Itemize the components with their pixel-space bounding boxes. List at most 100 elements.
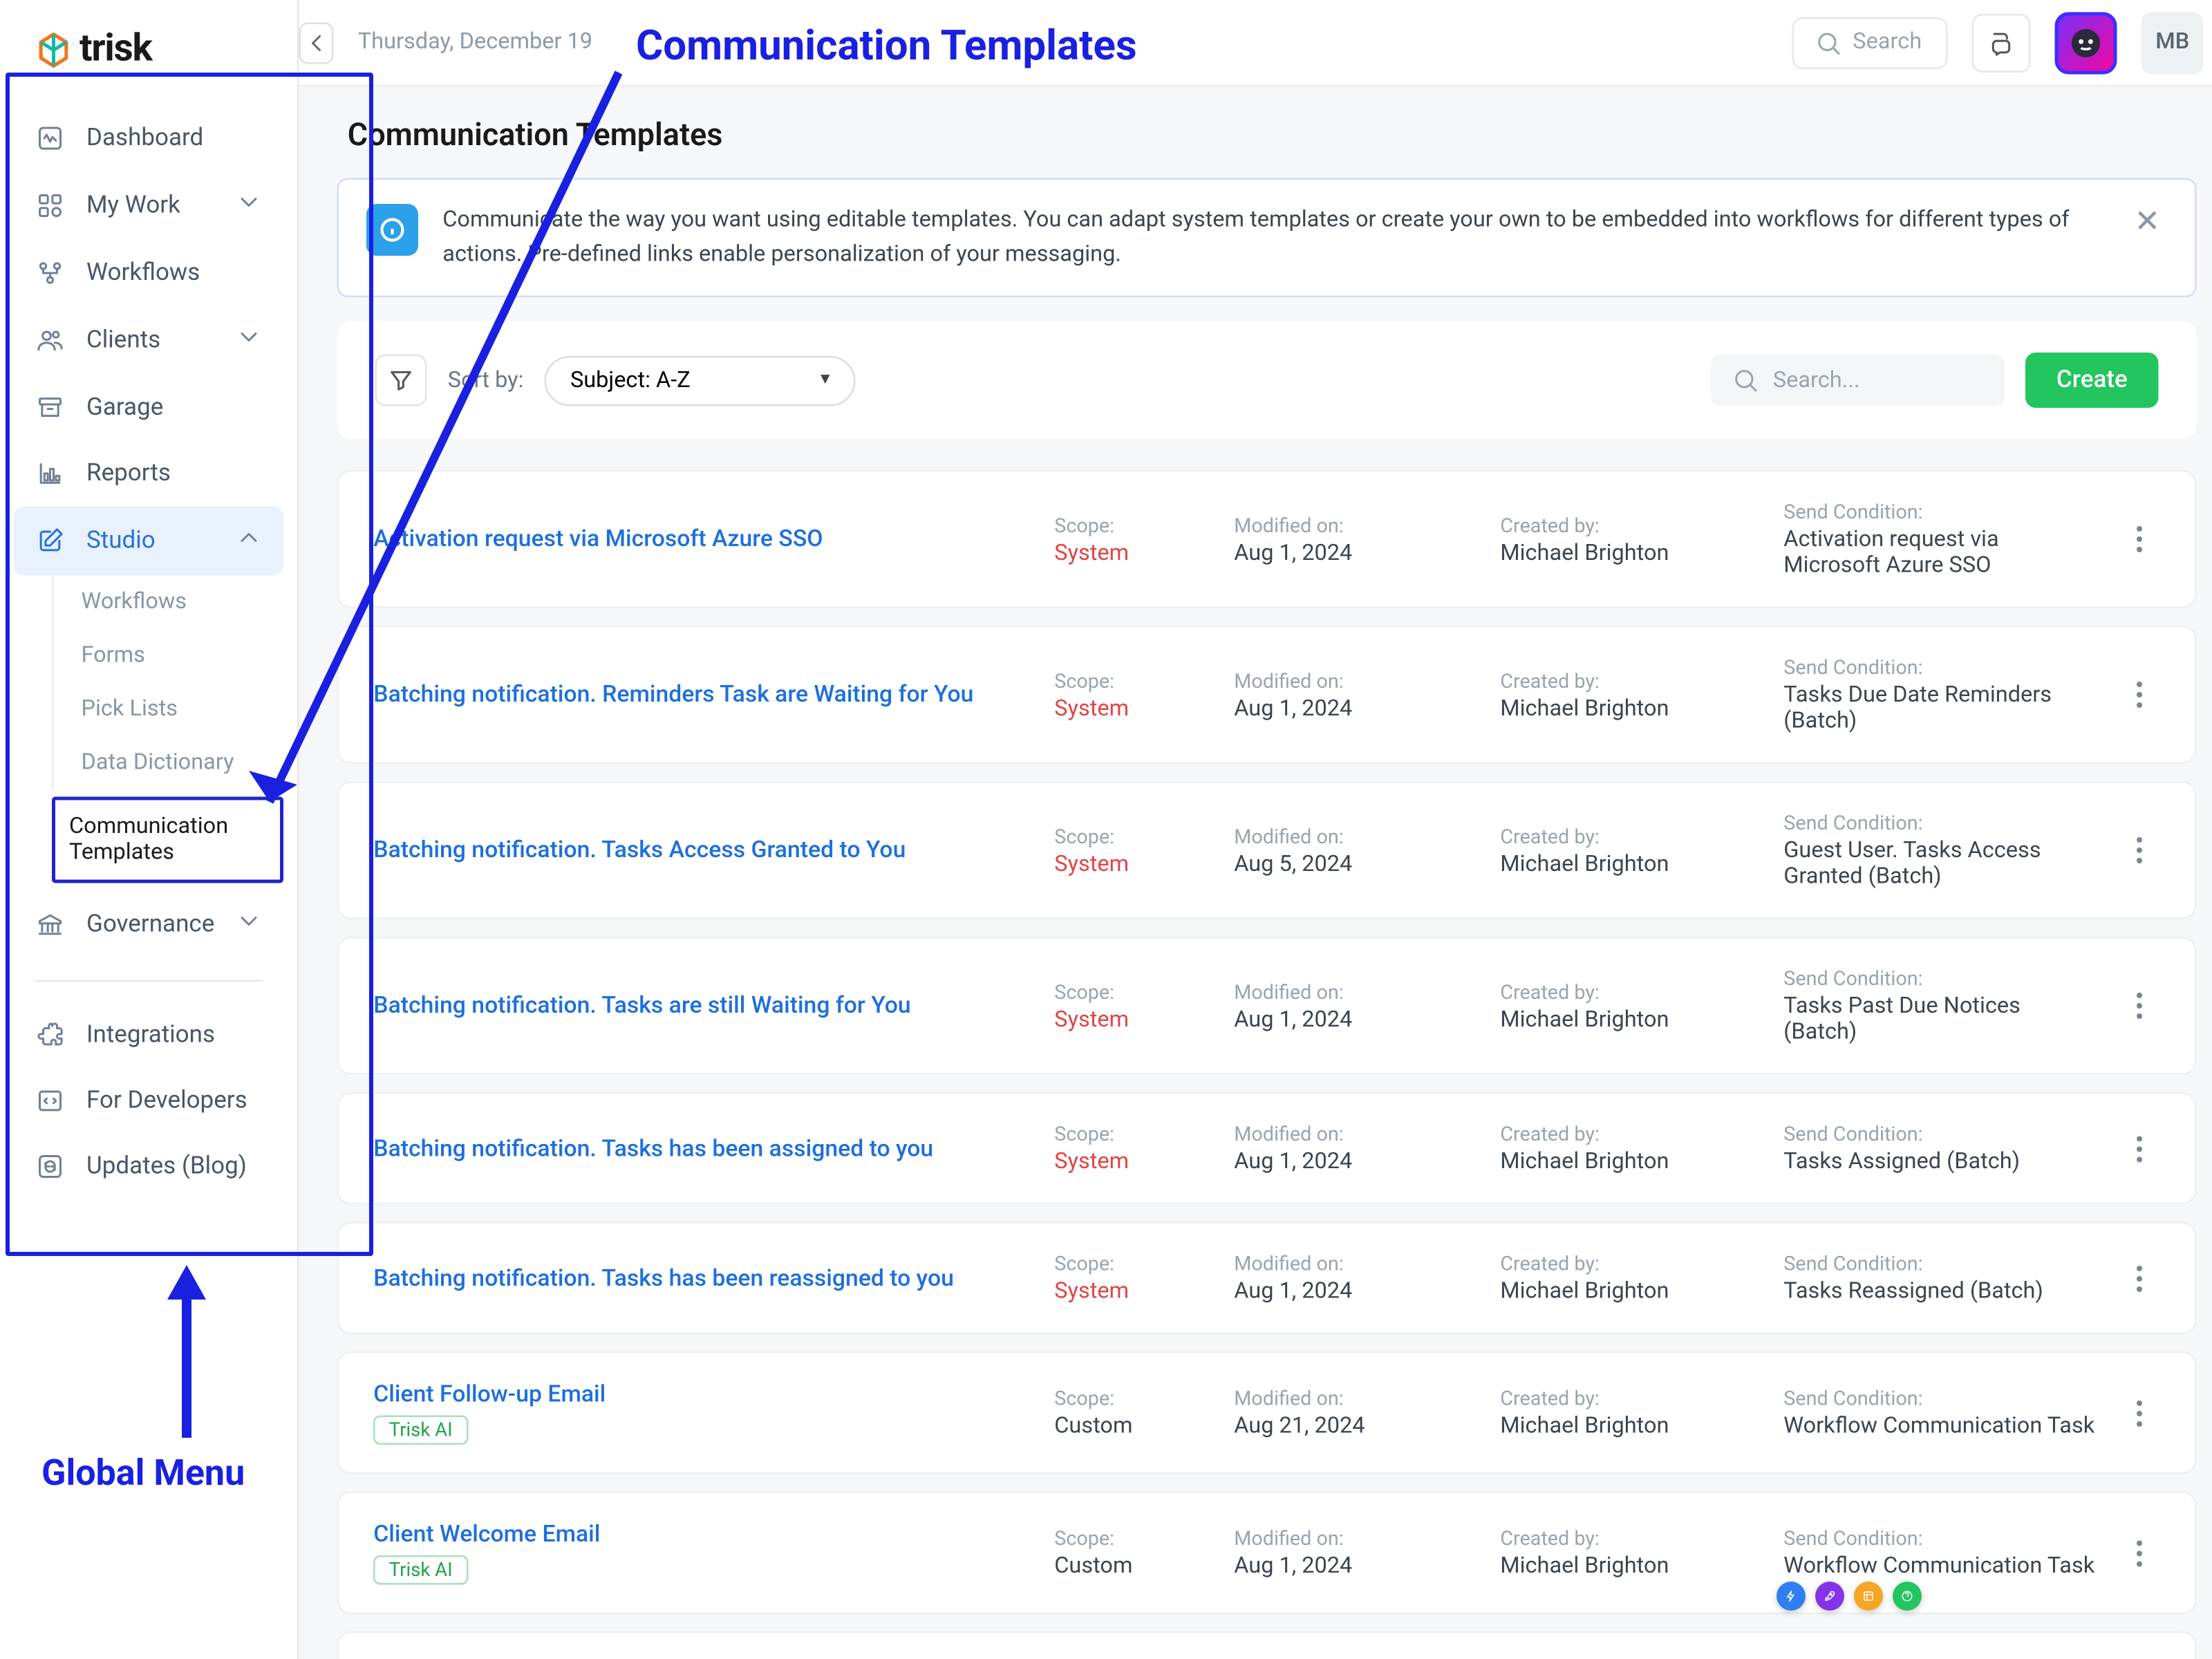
brand-logo[interactable]: trisk — [0, 0, 297, 88]
main-nav: Dashboard My Work Workflows Clients Gara… — [0, 88, 297, 1659]
creator-value: Michael Brighton — [1500, 1006, 1759, 1033]
subnav-pick-lists[interactable]: Pick Lists — [52, 683, 297, 737]
template-title[interactable]: Batching notification. Tasks has been re… — [373, 1264, 1030, 1292]
row-menu-button[interactable] — [2119, 525, 2160, 553]
subnav-workflows[interactable]: Workflows — [52, 576, 297, 630]
puzzle-icon — [35, 1020, 66, 1051]
info-icon — [366, 204, 418, 256]
fab-template[interactable] — [1854, 1582, 1883, 1611]
send-value: Workflow Communication Task — [1783, 1554, 2094, 1580]
template-row[interactable]: Batching notification. Reminders Task ar… — [337, 626, 2197, 764]
refresh-icon — [35, 1151, 66, 1182]
creator-value: Michael Brighton — [1500, 1279, 1759, 1305]
nav-workflows[interactable]: Workflows — [0, 241, 297, 306]
scope-value: System — [1054, 540, 1210, 566]
row-menu-button[interactable] — [2119, 1134, 2160, 1162]
scope-value: System — [1054, 851, 1210, 877]
template-title[interactable]: Batching notification. Tasks are still W… — [373, 992, 1030, 1020]
send-label: Send Condition: — [1783, 1251, 2094, 1275]
nav-dashboard[interactable]: Dashboard — [0, 106, 297, 171]
nav-label: Studio — [86, 527, 156, 555]
create-button[interactable]: Create — [2025, 353, 2159, 408]
template-row[interactable]: Client Follow-up Email Trisk AI Scope:Cu… — [337, 1351, 2197, 1474]
user-avatar[interactable]: MB — [2141, 11, 2204, 73]
subnav-data-dictionary[interactable]: Data Dictionary — [52, 736, 297, 790]
nav-label: Governance — [86, 911, 214, 939]
modified-value: Aug 5, 2024 — [1234, 851, 1476, 877]
nav-label: Reports — [86, 460, 171, 487]
subnav-forms[interactable]: Forms — [52, 629, 297, 683]
sort-select[interactable]: Subject: A-Z — [544, 355, 855, 406]
scope-label: Scope: — [1054, 823, 1210, 847]
created-label: Created by: — [1500, 512, 1759, 536]
ai-badge: Trisk AI — [373, 1555, 468, 1585]
nav-clients[interactable]: Clients — [0, 306, 297, 375]
nav-my-work[interactable]: My Work — [0, 171, 297, 241]
chevron-down-icon — [235, 908, 263, 942]
nav-label: My Work — [86, 192, 180, 220]
scope-value: System — [1054, 1006, 1210, 1033]
collapse-sidebar-button[interactable] — [299, 21, 334, 63]
row-menu-button[interactable] — [2119, 1539, 2160, 1566]
creator-value: Michael Brighton — [1500, 851, 1759, 877]
nav-garage[interactable]: Garage — [0, 375, 297, 441]
row-menu-button[interactable] — [2119, 992, 2160, 1020]
modified-label: Modified on: — [1234, 1386, 1476, 1410]
branch-icon — [35, 258, 66, 289]
creator-value: Michael Brighton — [1500, 1554, 1759, 1580]
modified-label: Modified on: — [1234, 1526, 1476, 1550]
nav-updates[interactable]: Updates (Blog) — [0, 1134, 297, 1199]
banner-close-button[interactable]: ✕ — [2128, 204, 2168, 241]
subnav-communication-templates[interactable]: Communication Templates — [52, 797, 283, 883]
template-row[interactable]: Batching notification. Tasks are still W… — [337, 937, 2197, 1075]
template-title[interactable]: Batching notification. Tasks has been as… — [373, 1134, 1030, 1162]
nav-for-developers[interactable]: For Developers — [0, 1068, 297, 1134]
fab-lightning[interactable] — [1777, 1582, 1806, 1611]
created-label: Created by: — [1500, 1122, 1759, 1146]
fab-group — [1777, 1582, 1922, 1611]
row-menu-button[interactable] — [2119, 681, 2160, 709]
scope-label: Scope: — [1054, 1386, 1210, 1410]
nav-label: Updates (Blog) — [86, 1153, 247, 1181]
template-row[interactable]: Batching notification. Tasks has been as… — [337, 1092, 2197, 1205]
scope-value: System — [1054, 1279, 1210, 1305]
chat-button[interactable] — [1972, 13, 2031, 72]
fab-help[interactable] — [1893, 1582, 1922, 1611]
brand-name: trisk — [79, 28, 152, 71]
scope-label: Scope: — [1054, 1526, 1210, 1550]
template-title[interactable]: Batching notification. Tasks Access Gran… — [373, 836, 1030, 864]
modified-label: Modified on: — [1234, 1251, 1476, 1275]
template-row[interactable]: Batching notification. Tasks Access Gran… — [337, 781, 2197, 919]
creator-value: Michael Brighton — [1500, 1150, 1759, 1176]
row-menu-button[interactable] — [2119, 1264, 2160, 1292]
template-row[interactable]: Batching notification. Tasks has been re… — [337, 1222, 2197, 1335]
studio-subnav: Workflows Forms Pick Lists Data Dictiona… — [0, 576, 297, 883]
nav-governance[interactable]: Governance — [0, 890, 297, 959]
template-title[interactable]: Activation request via Microsoft Azure S… — [373, 525, 1030, 553]
ai-assistant-button[interactable] — [2055, 11, 2117, 73]
template-title[interactable]: Client Follow-up Email — [373, 1381, 1030, 1409]
scope-label: Scope: — [1054, 1122, 1210, 1146]
row-menu-button[interactable] — [2119, 836, 2160, 864]
created-label: Created by: — [1500, 1251, 1759, 1275]
banner-text: Communicate the way you want using edita… — [442, 204, 2103, 272]
filter-button[interactable] — [375, 355, 427, 406]
current-date: Thursday, December 19 — [358, 30, 592, 56]
template-row[interactable]: Activation request via Microsoft Azure S… — [337, 470, 2197, 608]
template-title[interactable]: Client Welcome Email — [373, 1521, 1030, 1548]
modified-label: Modified on: — [1234, 979, 1476, 1003]
nav-integrations[interactable]: Integrations — [0, 1002, 297, 1068]
scope-value: System — [1054, 1150, 1210, 1176]
row-menu-button[interactable] — [2119, 1399, 2160, 1427]
template-title[interactable]: Batching notification. Reminders Task ar… — [373, 681, 1030, 709]
sort-label: Sort by: — [448, 367, 524, 393]
fab-rocket[interactable] — [1815, 1582, 1844, 1611]
nav-reports[interactable]: Reports — [0, 441, 297, 507]
modified-value: Aug 1, 2024 — [1234, 1006, 1476, 1033]
grid-icon — [35, 190, 66, 221]
list-search[interactable]: Search... — [1711, 355, 2005, 406]
modified-value: Aug 21, 2024 — [1234, 1414, 1476, 1440]
template-row[interactable]: Document Management. The review has been… — [337, 1631, 2197, 1659]
global-search[interactable]: Search — [1792, 17, 1948, 68]
nav-studio[interactable]: Studio — [14, 507, 283, 576]
